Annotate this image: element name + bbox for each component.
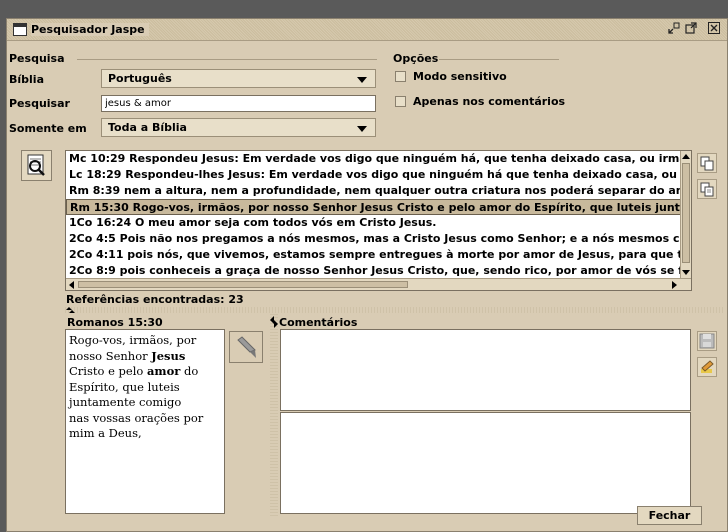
minimize-icon[interactable] <box>667 22 681 37</box>
scroll-left-icon[interactable] <box>67 280 77 290</box>
results-vertical-scrollbar[interactable] <box>680 151 691 278</box>
search-group-line <box>77 59 377 60</box>
edit-pencil-icon <box>701 360 714 373</box>
references-count: Referências encontradas: 23 <box>66 293 244 306</box>
results-list[interactable]: Mc 10:29 Respondeu Jesus: Em verdade vos… <box>65 150 692 291</box>
window-title: Pesquisador Jaspe <box>31 23 149 36</box>
result-row[interactable]: Mc 10:29 Respondeu Jesus: Em verdade vos… <box>66 151 691 167</box>
search-button[interactable] <box>21 150 52 181</box>
vertical-scroll-thumb[interactable] <box>682 163 690 263</box>
copy-icon <box>700 156 714 171</box>
close-icon[interactable] <box>707 22 721 37</box>
marker-pen-icon <box>237 336 256 358</box>
save-comment-button[interactable] <box>697 331 717 351</box>
results-rows: Mc 10:29 Respondeu Jesus: Em verdade vos… <box>66 151 691 279</box>
copy-all-button[interactable] <box>697 179 717 199</box>
chevron-down-icon <box>357 77 367 83</box>
magnifier-page-icon <box>27 154 45 176</box>
close-button[interactable]: Fechar <box>637 506 702 525</box>
split-arrows-vertical-icon[interactable] <box>270 316 278 328</box>
bible-select-value: Português <box>108 72 172 85</box>
result-row[interactable]: 1Co 16:24 O meu amor seja com todos vós … <box>66 215 691 231</box>
verse-line: Rogo-vos, irmãos, por <box>69 333 197 347</box>
search-window: Pesquisador Jaspe Pesquisa Bíblia Portug… <box>6 18 728 532</box>
result-row[interactable]: 2Co 8:9 pois conheceis a graça de nosso … <box>66 263 691 279</box>
comments-only-checkbox[interactable] <box>395 96 406 107</box>
result-row[interactable]: 2Co 4:11 pois nós, que vivemos, estamos … <box>66 247 691 263</box>
scroll-up-icon[interactable] <box>681 152 691 162</box>
comments-title: Comentários <box>279 316 358 329</box>
verse-line: juntamente comigo <box>69 395 182 409</box>
verse-text: Rogo-vos, irmãos, por nosso Senhor Jesus… <box>65 329 225 514</box>
comments-editor[interactable] <box>280 412 691 514</box>
verse-line: nas vossas orações por <box>69 410 204 425</box>
verse-line: nosso Senhor Jesus <box>69 348 186 363</box>
options-group-line <box>439 59 559 60</box>
result-row[interactable]: 2Co 4:5 Pois não nos pregamos a nós mesm… <box>66 231 691 247</box>
verse-line: mim a Deus, <box>69 426 142 440</box>
search-section-label: Pesquisa <box>9 52 65 65</box>
edit-comment-button[interactable] <box>697 357 717 377</box>
query-label: Pesquisar <box>9 97 70 110</box>
search-input[interactable] <box>101 95 376 112</box>
scope-select-value: Toda a Bíblia <box>108 121 187 134</box>
result-row[interactable]: Lc 18:29 Respondeu-lhes Jesus: Em verdad… <box>66 167 691 183</box>
options-section-label: Opções <box>393 52 439 65</box>
horizontal-split-handle[interactable] <box>65 307 725 313</box>
comments-view[interactable] <box>280 329 691 411</box>
highlight-jesus: Jesus <box>151 348 186 363</box>
results-horizontal-scrollbar[interactable] <box>66 278 691 290</box>
bible-label: Bíblia <box>9 73 44 86</box>
comments-only-label[interactable]: Apenas nos comentários <box>413 95 565 108</box>
window-icon <box>13 23 27 36</box>
horizontal-scroll-thumb[interactable] <box>78 281 408 288</box>
maximize-icon[interactable] <box>684 22 698 37</box>
case-sensitive-checkbox[interactable] <box>395 71 406 82</box>
bible-select[interactable]: Português <box>101 69 376 88</box>
marker-button[interactable] <box>229 331 263 363</box>
scroll-down-icon[interactable] <box>681 267 691 277</box>
save-icon <box>699 333 715 349</box>
vertical-split-handle[interactable] <box>270 314 278 516</box>
scope-label: Somente em <box>9 122 87 135</box>
case-sensitive-label[interactable]: Modo sensitivo <box>413 70 507 83</box>
copy-all-icon <box>700 182 714 197</box>
result-row[interactable]: Rm 15:30 Rogo-vos, irmãos, por nosso Sen… <box>66 199 691 215</box>
verse-line: Espírito, que luteis <box>69 379 180 394</box>
scope-select[interactable]: Toda a Bíblia <box>101 118 376 137</box>
verse-reference: Romanos 15:30 <box>67 316 163 329</box>
chevron-down-icon <box>357 126 367 132</box>
title-bar[interactable]: Pesquisador Jaspe <box>7 19 727 41</box>
copy-button[interactable] <box>697 153 717 173</box>
split-arrows-icon[interactable] <box>65 307 77 313</box>
highlight-amor: amor <box>146 364 181 378</box>
result-row[interactable]: Rm 8:39 nem a altura, nem a profundidade… <box>66 183 691 199</box>
scroll-right-icon[interactable] <box>669 280 679 290</box>
verse-line: Cristo e pelo amor do <box>69 364 199 378</box>
